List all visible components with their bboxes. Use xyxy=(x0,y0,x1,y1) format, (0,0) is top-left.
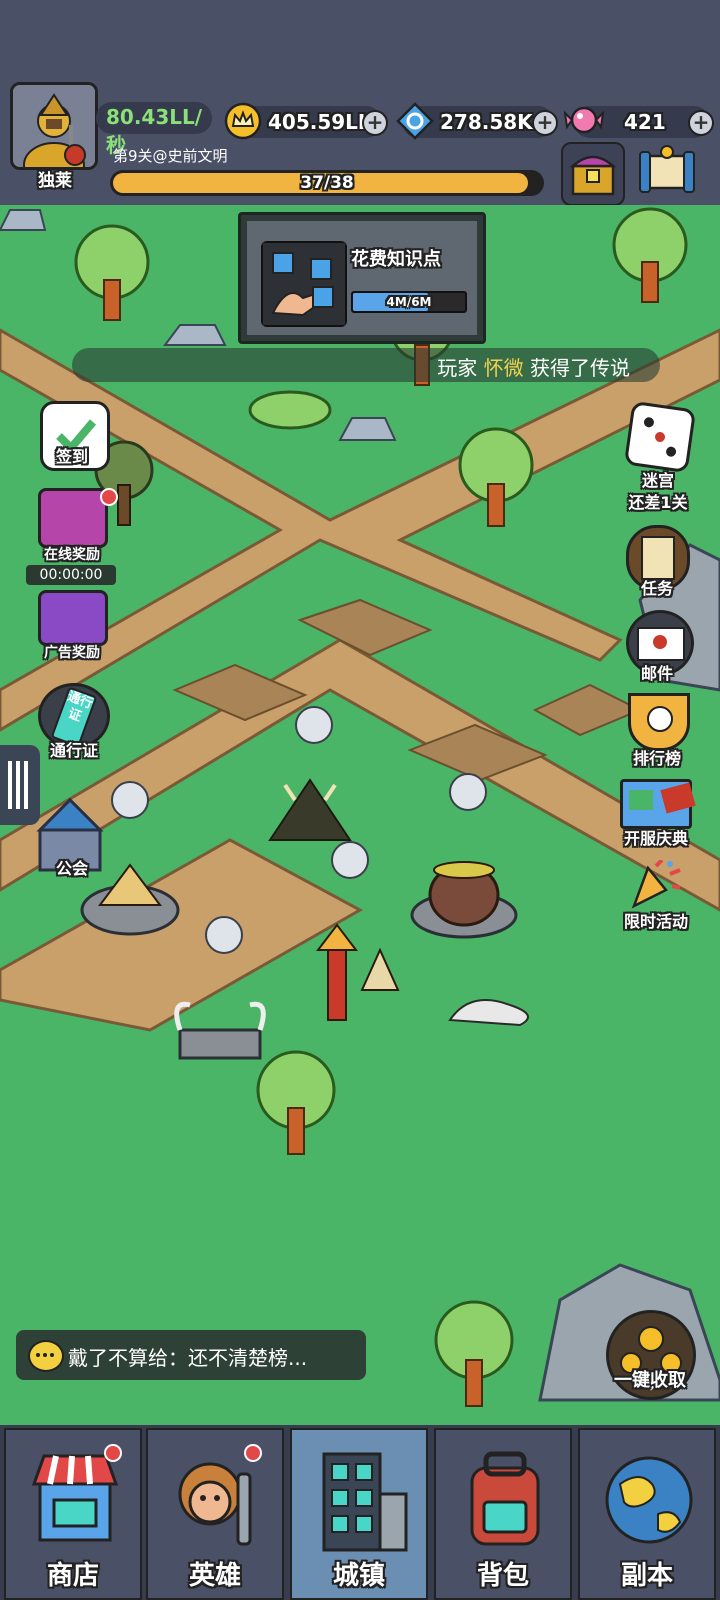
treasure-chest-button[interactable] xyxy=(561,142,625,206)
trophy-icon xyxy=(628,693,690,751)
add-gem-button[interactable]: + xyxy=(532,110,558,136)
tab-town[interactable]: 城镇 xyxy=(290,1428,428,1600)
knowledge-points-icon xyxy=(261,241,347,327)
candy-icon xyxy=(563,100,605,140)
chat-bar[interactable]: 戴了不算给：还不清楚榜... xyxy=(16,1330,366,1380)
tab-shop[interactable]: 商店 xyxy=(4,1428,142,1600)
tab-dungeon-label: 副本 xyxy=(620,1561,673,1591)
task-popup[interactable]: 花费知识点 4M/6M xyxy=(238,212,486,344)
player-name: 独莱 xyxy=(38,171,72,191)
online-reward-label: 在线奖励 xyxy=(44,547,100,563)
task-title: 花费知识点 xyxy=(351,249,441,270)
pass-button[interactable]: 通行证 通行证 xyxy=(34,683,114,763)
ticker-player: 怀微 xyxy=(483,356,524,380)
side-drawer-handle[interactable] xyxy=(0,745,40,825)
rank-label: 排行榜 xyxy=(632,749,681,768)
scroll-map-button[interactable] xyxy=(636,142,698,200)
add-coin-button[interactable]: + xyxy=(362,110,388,136)
stage-progress-text: 37/38 xyxy=(300,173,354,193)
blue-gem-icon xyxy=(396,102,434,140)
maze-label: 迷宫 xyxy=(641,471,674,490)
task-progress-text: 4M/6M xyxy=(386,295,432,309)
maze-button[interactable]: 迷宫 还差1关 xyxy=(608,400,708,515)
task-progress-bar: 4M/6M xyxy=(351,291,467,313)
stage-progress-bar: 37/38 xyxy=(110,170,544,196)
ticker-suffix: 获得了传说 xyxy=(530,356,630,380)
maze-remaining: 还差1关 xyxy=(628,493,688,512)
collect-all-label: 一键收取 xyxy=(614,1370,686,1391)
event-label: 限时活动 xyxy=(623,912,688,931)
celebration-button[interactable]: 开服庆典 xyxy=(604,777,708,853)
ad-reward-label: 广告奖励 xyxy=(44,645,100,661)
rank-button[interactable]: 排行榜 xyxy=(612,693,702,773)
dice-icon xyxy=(623,400,697,474)
map-scroll-icon xyxy=(620,779,696,829)
event-button[interactable]: 限时活动 xyxy=(604,858,708,936)
task-popup-body: 花费知识点 4M/6M xyxy=(247,221,477,335)
income-pill: 80.43LL/秒 xyxy=(96,102,212,157)
gift-chest-icon xyxy=(38,590,108,646)
tasks-button[interactable]: 任务 xyxy=(612,525,702,605)
online-reward-badge xyxy=(100,488,118,506)
chat-message: 戴了不算给：还不清楚榜... xyxy=(68,1346,308,1370)
signin-button[interactable]: 签到 xyxy=(34,401,110,477)
add-candy-button[interactable]: + xyxy=(688,110,714,136)
shop-badge xyxy=(104,1444,122,1462)
pass-label: 通行证 xyxy=(49,741,98,760)
signin-label: 签到 xyxy=(55,447,88,466)
tab-dungeon[interactable]: 副本 xyxy=(578,1428,716,1600)
ad-reward-button[interactable]: 广告奖励 xyxy=(30,590,114,666)
coin-value: 405.59LL xyxy=(268,110,371,134)
guild-label: 公会 xyxy=(55,859,88,878)
collect-all-button[interactable]: 一键收取 xyxy=(598,1310,702,1420)
town-map[interactable]: 花费知识点 4M/6M 玩家 怀微 获得了传说 签到 在线奖励 00:00:00… xyxy=(0,205,720,1425)
backpack-icon xyxy=(456,1444,554,1554)
player-avatar[interactable] xyxy=(10,82,98,170)
top-bar: 独莱 80.43LL/秒 405.59LL + 278.58K + 421 + … xyxy=(0,0,720,206)
guild-button[interactable]: 公会 xyxy=(36,845,108,885)
tab-backpack-label: 背包 xyxy=(476,1561,529,1591)
globe-icon xyxy=(600,1444,698,1554)
tab-hero-label: 英雄 xyxy=(188,1561,241,1591)
tasks-label: 任务 xyxy=(640,579,673,598)
party-popper-icon xyxy=(626,858,682,910)
online-timer: 00:00:00 xyxy=(26,565,116,585)
broadcast-ticker: 玩家 怀微 获得了传说 xyxy=(72,348,660,382)
town-building-icon xyxy=(312,1444,410,1554)
hero-badge xyxy=(244,1444,262,1462)
mail-button[interactable]: 邮件 xyxy=(612,610,702,690)
stage-label: 第9关@史前文明 xyxy=(113,147,228,165)
chest-icon xyxy=(38,488,108,548)
bottom-nav: 商店 英雄 城镇 背包 副本 xyxy=(0,1425,720,1600)
gem-value: 278.58K xyxy=(440,110,533,134)
candy-value: 421 xyxy=(624,110,666,134)
celebration-label: 开服庆典 xyxy=(623,829,688,848)
crown-coin-icon xyxy=(224,102,262,140)
tab-backpack[interactable]: 背包 xyxy=(434,1428,572,1600)
ticker-prefix: 玩家 xyxy=(437,356,478,380)
tab-hero[interactable]: 英雄 xyxy=(146,1428,284,1600)
tab-town-label: 城镇 xyxy=(332,1561,385,1591)
online-reward-button[interactable]: 在线奖励 xyxy=(30,488,118,568)
ticker-text: 玩家 怀微 获得了传说 xyxy=(437,352,630,381)
chat-bubble-icon xyxy=(28,1340,64,1372)
mail-label: 邮件 xyxy=(640,664,673,683)
tab-shop-label: 商店 xyxy=(46,1561,99,1591)
